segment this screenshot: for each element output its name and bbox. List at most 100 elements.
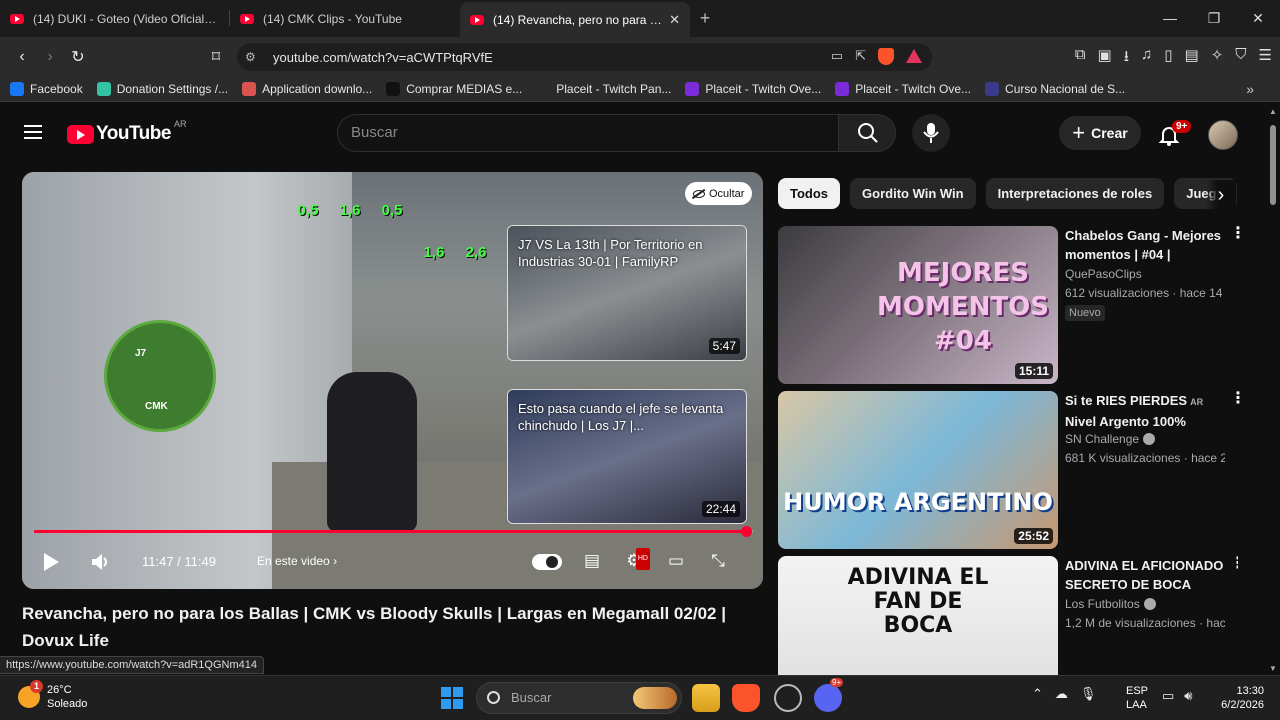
close-window-icon[interactable]: ✕: [1236, 0, 1280, 37]
wallet-icon[interactable]: ▤: [1185, 46, 1199, 71]
brave-browser-icon[interactable]: [732, 684, 760, 712]
video-title[interactable]: Si te RIES PIERDES AR Nivel Argento 100%: [1065, 391, 1225, 429]
sidebar-icon[interactable]: ▯: [1164, 46, 1172, 71]
scrubber-handle[interactable]: [740, 526, 752, 537]
discord-icon[interactable]: 9+: [814, 678, 844, 712]
bookmark-item[interactable]: Placeit - Twitch Pan...: [536, 82, 671, 96]
volume-icon[interactable]: [91, 552, 109, 572]
theater-mode-icon[interactable]: ▭: [664, 550, 688, 572]
taskbar-search[interactable]: Buscar: [476, 682, 682, 714]
more-options-icon[interactable]: ⋮: [1230, 556, 1238, 572]
address-bar[interactable]: ⚙ youtube.com/watch?v=aCWTPtqRVfE ▭ ⇱: [237, 43, 932, 71]
menu-icon[interactable]: ☰: [1259, 46, 1272, 71]
recommended-video[interactable]: ADIVINA EL FAN DE BOCA ADIVINA EL AFICIO…: [778, 556, 1238, 675]
bookmark-item[interactable]: Curso Nacional de S...: [985, 82, 1125, 96]
video-player[interactable]: J7 CMK 0,5 1,6 0,5 1,6 2,6 Ocultar J7 VS…: [22, 172, 763, 589]
account-avatar[interactable]: [1208, 120, 1238, 150]
scroll-up-icon[interactable]: ▲: [1269, 107, 1277, 116]
windows-start-icon[interactable]: [441, 687, 463, 709]
browser-tab-active[interactable]: (14) Revancha, pero no para los B ✕: [460, 2, 690, 37]
settings-gear-icon[interactable]: ⚙ HD: [622, 548, 650, 572]
filter-chip[interactable]: Interpretaciones de roles: [985, 178, 1165, 209]
speaker-icon[interactable]: 🔊︎: [1184, 688, 1192, 704]
bookmark-item[interactable]: Placeit - Twitch Ove...: [685, 82, 821, 96]
brave-shields-icon[interactable]: [878, 48, 894, 65]
share-icon[interactable]: ⇱: [855, 48, 866, 65]
play-icon[interactable]: [44, 553, 59, 571]
chips-next-icon[interactable]: ›: [1206, 180, 1236, 210]
cast-icon[interactable]: ▭: [831, 48, 843, 65]
reader-icon[interactable]: ▣: [1098, 46, 1112, 71]
recommended-video[interactable]: HUMOR ARGENTINO 25:52 Si te RIES PIERDES…: [778, 391, 1246, 549]
app-icon[interactable]: [774, 684, 802, 712]
microphone-icon[interactable]: 🎙︎: [1080, 686, 1097, 702]
verified-icon: [1143, 598, 1156, 610]
reload-icon[interactable]: ↻: [64, 47, 92, 67]
tab-close-icon[interactable]: ✕: [669, 12, 680, 28]
cloud-icon[interactable]: ☁: [1055, 686, 1068, 702]
fullscreen-icon[interactable]: ⤡: [706, 550, 730, 572]
discord-badge: 9+: [830, 678, 844, 687]
media-icon[interactable]: ♫: [1141, 46, 1152, 71]
scroll-down-icon[interactable]: ▼: [1269, 664, 1277, 673]
scrollbar-thumb[interactable]: [1270, 125, 1276, 205]
youtube-favicon-icon: [470, 14, 484, 25]
language-indicator[interactable]: ESP LAA: [1126, 684, 1148, 712]
network-icon[interactable]: ▭: [1162, 688, 1174, 704]
filter-chip[interactable]: Gordito Win Win: [850, 178, 976, 209]
maximize-icon[interactable]: ❐: [1192, 0, 1236, 37]
forward-icon[interactable]: ›: [36, 48, 64, 66]
bookmark-item[interactable]: Comprar MEDIAS e...: [386, 82, 522, 96]
bookmark-item[interactable]: Placeit - Twitch Ove...: [835, 82, 971, 96]
channel-row[interactable]: Los Futbolitos: [1065, 597, 1225, 611]
channel-name[interactable]: QuePasoClips: [1065, 267, 1225, 281]
new-tab-icon[interactable]: +: [690, 8, 720, 29]
bookmark-icon[interactable]: ⌑: [202, 47, 230, 67]
filter-chip[interactable]: Todos: [778, 178, 841, 209]
bookmark-item[interactable]: Donation Settings /...: [96, 82, 228, 96]
chevron-up-icon[interactable]: ⌃: [1032, 686, 1043, 702]
video-thumbnail[interactable]: MEJORES MOMENTOS #04 15:11: [778, 226, 1058, 384]
channel-row[interactable]: SN Challenge: [1065, 432, 1225, 446]
bookmark-item[interactable]: Application downlo...: [242, 82, 372, 96]
weather-widget[interactable]: 1 26°C Soleado: [18, 680, 87, 711]
endcard-video[interactable]: J7 VS La 13th | Por Territorio en Indust…: [507, 225, 747, 361]
voice-search-button[interactable]: [912, 114, 950, 152]
site-settings-icon[interactable]: ⚙: [245, 50, 267, 64]
file-explorer-icon[interactable]: [692, 684, 720, 712]
youtube-play-logo-icon: [67, 124, 94, 144]
video-thumbnail[interactable]: HUMOR ARGENTINO 25:52: [778, 391, 1058, 549]
more-options-icon[interactable]: ⋮: [1230, 226, 1246, 242]
hamburger-menu-icon[interactable]: [24, 125, 42, 139]
bookmark-item[interactable]: Facebook: [10, 82, 83, 96]
youtube-logo[interactable]: YouTube AR: [67, 119, 186, 145]
create-button[interactable]: + Crear: [1059, 116, 1141, 150]
endcard-video[interactable]: Esto pasa cuando el jefe se levanta chin…: [507, 389, 747, 524]
progress-bar[interactable]: [34, 526, 753, 537]
more-bookmarks-icon[interactable]: »: [1246, 81, 1254, 97]
autoplay-toggle[interactable]: [532, 554, 562, 570]
leo-icon[interactable]: ✧: [1211, 46, 1224, 71]
hide-endcards-button[interactable]: Ocultar: [685, 182, 753, 205]
browser-tab[interactable]: (14) DUKI - Goteo (Video Oficial) - Yo: [0, 0, 230, 37]
video-title[interactable]: ADIVINA EL AFICIONADO SECRETO DE BOCA: [1065, 556, 1225, 594]
brave-rewards-icon[interactable]: [906, 49, 922, 63]
vpn-icon[interactable]: ⛉: [1235, 46, 1246, 71]
channel-mascot-logo: J7 CMK: [104, 320, 216, 432]
video-thumbnail[interactable]: ADIVINA EL FAN DE BOCA: [778, 556, 1058, 675]
chapters-button[interactable]: En este video ›: [257, 554, 337, 568]
subtitles-icon[interactable]: ▤: [580, 550, 604, 572]
clock[interactable]: 13:30 6/2/2026: [1212, 684, 1264, 712]
extensions-icon[interactable]: ⧉: [1075, 46, 1086, 71]
video-title[interactable]: Chabelos Gang - Mejores momentos | #04 |…: [1065, 226, 1225, 264]
minimize-icon[interactable]: —: [1148, 0, 1192, 37]
more-options-icon[interactable]: ⋮: [1230, 391, 1246, 407]
page-scrollbar[interactable]: ▲ ▼: [1266, 103, 1280, 675]
back-icon[interactable]: ‹: [8, 48, 36, 66]
recommended-video[interactable]: MEJORES MOMENTOS #04 15:11 Chabelos Gang…: [778, 226, 1246, 384]
lang-secondary: LAA: [1126, 699, 1147, 711]
browser-tab[interactable]: (14) CMK Clips - YouTube: [230, 0, 460, 37]
search-button[interactable]: [838, 114, 896, 152]
search-input[interactable]: Buscar: [337, 114, 839, 152]
download-icon[interactable]: ⭳: [1124, 46, 1129, 71]
